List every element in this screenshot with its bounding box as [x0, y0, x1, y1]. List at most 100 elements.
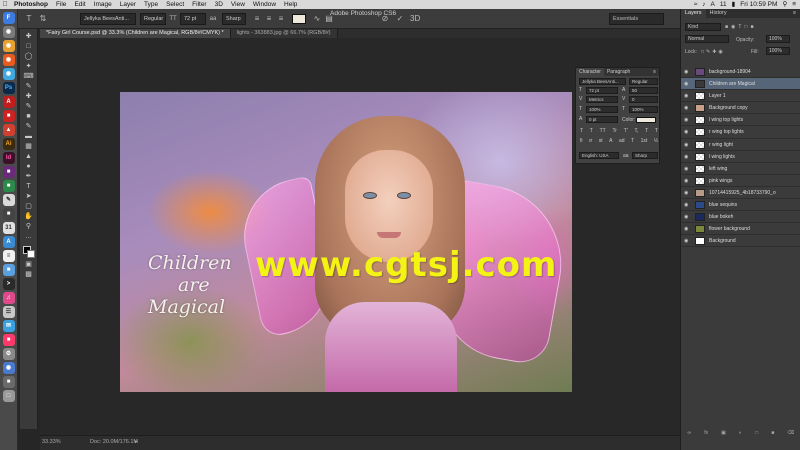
menu-edit[interactable]: Edit — [70, 0, 89, 9]
menu-view[interactable]: View — [227, 0, 249, 9]
safari-2-icon[interactable]: ◉ — [2, 362, 15, 374]
app-icon-dark[interactable]: ■ — [2, 208, 15, 220]
eye-icon[interactable]: ◉ — [684, 142, 688, 148]
menu-help[interactable]: Help — [280, 0, 301, 9]
eye-icon[interactable]: ◉ — [684, 81, 688, 87]
canvas-area[interactable]: Children are Magical www.cgtsj.com Chara… — [40, 38, 680, 435]
panel-menu-icon[interactable]: ≡ — [650, 68, 659, 76]
healing-tool-icon[interactable]: ✚ — [24, 93, 34, 100]
quick-mask-icon[interactable]: ▣ — [24, 261, 34, 268]
small-caps-button[interactable]: Tr — [612, 128, 617, 134]
layers-menu-icon[interactable]: ≡ — [789, 9, 800, 18]
cancel-edit-icon[interactable]: ⊘ — [380, 14, 390, 24]
eye-icon[interactable]: ◉ — [684, 69, 688, 75]
tab-paragraph[interactable]: Paragraph — [604, 68, 633, 76]
doc-tab-lights[interactable]: lights - 363883.jpg @ 66.7% (RGB/8#) — [230, 29, 338, 38]
screen-mode-icon[interactable]: ▩ — [24, 271, 34, 278]
eye-icon[interactable]: ◉ — [684, 214, 688, 220]
char-language-select[interactable]: English: USA — [579, 152, 619, 159]
safari-icon[interactable]: ◉ — [2, 68, 15, 80]
eye-icon[interactable]: ◉ — [684, 154, 688, 160]
history-brush-tool-icon[interactable]: ✎ — [24, 123, 34, 130]
layer-style-icon[interactable]: fx — [704, 430, 708, 438]
textedit-icon[interactable]: ✎ — [2, 194, 15, 206]
layer-filter-kind[interactable]: Kind — [685, 23, 721, 31]
zoom-level[interactable]: 33.33% — [42, 439, 61, 445]
doc-size[interactable]: Doc: 20.0M/176.1M — [90, 439, 138, 445]
eye-icon[interactable]: ◉ — [684, 93, 688, 99]
menu-app[interactable]: Photoshop — [10, 0, 52, 9]
layer-row[interactable]: ◉ Children are Magical — [681, 78, 800, 91]
layer-row[interactable]: ◉ r wing top lights — [681, 126, 800, 139]
folder-icon[interactable]: ■ — [2, 376, 15, 388]
lock-icons[interactable]: □✎✚◉ — [701, 49, 725, 55]
gradient-tool-icon[interactable]: ▦ — [24, 143, 34, 150]
lasso-tool-icon[interactable]: ◯ — [24, 53, 34, 60]
eyedropper-tool-icon[interactable]: ✎ — [24, 83, 34, 90]
char-size-select[interactable]: 72 pt — [586, 87, 618, 94]
ligatures-button[interactable]: fi — [580, 138, 583, 144]
3d-text-icon[interactable]: 3D — [410, 14, 420, 24]
text-color-swatch[interactable] — [292, 14, 306, 24]
align-center-icon[interactable]: ≡ — [264, 14, 274, 24]
menu-file[interactable]: File — [52, 0, 70, 9]
fill-field[interactable]: 100% — [766, 47, 790, 55]
artwork-image[interactable]: Children are Magical — [120, 92, 572, 392]
indesign-icon[interactable]: Id — [2, 152, 15, 164]
layer-row[interactable]: ◉ Background copy — [681, 102, 800, 115]
brush-tool-icon[interactable]: ✎ — [24, 103, 34, 110]
layer-row[interactable]: ◉ blue bokeh — [681, 211, 800, 224]
new-layer-icon[interactable]: ■ — [771, 430, 774, 438]
layer-row[interactable]: ◉ left wing — [681, 162, 800, 175]
char-style-select[interactable]: Regular — [629, 78, 658, 85]
status-arrow-icon[interactable]: ▸ — [135, 439, 138, 445]
new-group-icon[interactable]: □ — [755, 430, 758, 438]
font-size-select[interactable]: 72 pt — [180, 13, 206, 25]
filter-icons[interactable]: ■◉T□■ — [725, 24, 756, 30]
launchpad-icon[interactable]: ◉ — [2, 26, 15, 38]
fractions-button[interactable]: ½ — [654, 138, 658, 144]
app-icon-red[interactable]: ▲ — [2, 124, 15, 136]
commit-edit-icon[interactable]: ✓ — [395, 14, 405, 24]
blur-tool-icon[interactable]: ▲ — [24, 153, 34, 160]
delete-layer-icon[interactable]: ⌫ — [787, 430, 794, 438]
calendar-icon[interactable]: 31 — [2, 222, 15, 234]
orientation-icon[interactable]: ⇅ — [38, 14, 48, 24]
layer-row[interactable]: ◉ Background — [681, 235, 800, 248]
titling-button[interactable]: T — [631, 138, 634, 144]
menu-layer[interactable]: Layer — [116, 0, 140, 9]
ordinals-button[interactable]: 1st — [641, 138, 648, 144]
acrobat-icon[interactable]: A — [2, 96, 15, 108]
dodge-tool-icon[interactable]: ● — [24, 163, 34, 170]
tab-layers[interactable]: Layers — [681, 9, 706, 18]
char-tracking-select[interactable]: 0 — [629, 96, 658, 103]
app-icon-pink[interactable]: ■ — [2, 334, 15, 346]
ibooks-icon[interactable]: ☰ — [2, 306, 15, 318]
firefox-icon[interactable]: ◉ — [2, 54, 15, 66]
eye-icon[interactable]: ◉ — [684, 178, 688, 184]
input-source[interactable]: A — [711, 0, 715, 9]
menu-filter[interactable]: Filter — [188, 0, 210, 9]
char-font-select[interactable]: Jellyka BeesAnti... — [579, 78, 626, 85]
itunes-icon[interactable]: ♫ — [2, 292, 15, 304]
menu-select[interactable]: Select — [162, 0, 188, 9]
char-vscale-field[interactable]: 100% — [586, 106, 618, 113]
layer-row[interactable]: ◉ 10714415925_4b18733790_o — [681, 186, 800, 200]
swash-button[interactable]: A — [609, 138, 612, 144]
terminal-icon[interactable]: > — [2, 278, 15, 290]
search-icon[interactable]: ⚲ — [782, 0, 787, 9]
app-icon-green[interactable]: ■ — [2, 180, 15, 192]
type-tool-icon[interactable]: T — [24, 183, 34, 190]
font-family-select[interactable]: Jellyka BeesAnti... — [80, 13, 136, 25]
background-color-swatch[interactable] — [26, 250, 35, 258]
pdf-icon[interactable]: ■ — [2, 110, 15, 122]
align-right-icon[interactable]: ≡ — [276, 14, 286, 24]
tab-history[interactable]: History — [706, 9, 731, 18]
layer-row[interactable]: ◉ flower background — [681, 223, 800, 236]
strikethrough-button[interactable]: T — [655, 128, 658, 134]
preview-icon[interactable]: ■ — [2, 264, 15, 276]
char-hscale-field[interactable]: 100% — [629, 106, 658, 113]
photoshop-icon[interactable]: Ps — [2, 82, 15, 94]
system-prefs-icon[interactable]: ⚙ — [2, 348, 15, 360]
children-are-magical-text[interactable]: Children are Magical — [148, 252, 232, 318]
